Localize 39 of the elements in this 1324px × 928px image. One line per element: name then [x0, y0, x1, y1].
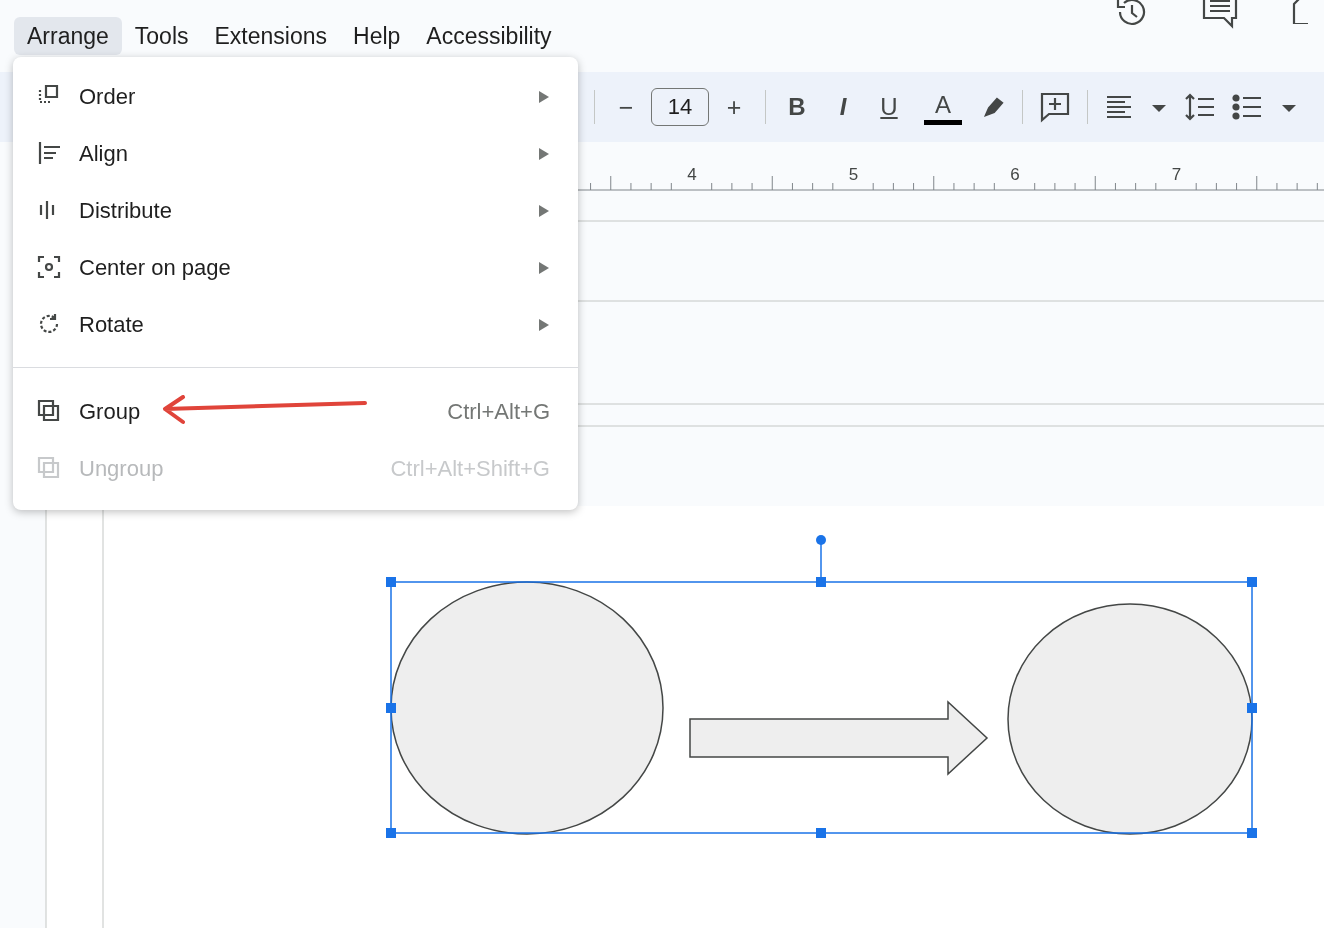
- menu-item[interactable]: Center on page: [13, 239, 578, 296]
- decrease-size-button[interactable]: −: [603, 87, 649, 127]
- menu-item[interactable]: Order: [13, 68, 578, 125]
- arrow-shape[interactable]: [689, 700, 989, 776]
- ruler-number: 7: [1171, 165, 1182, 184]
- ruler-number: 5: [848, 165, 859, 184]
- menu-item[interactable]: Group Ctrl+Alt+G: [13, 383, 578, 440]
- align-icon: [37, 140, 63, 167]
- menu-bar-item[interactable]: Help: [340, 17, 414, 55]
- circle-shape[interactable]: [1007, 603, 1253, 835]
- increase-size-button[interactable]: +: [711, 87, 757, 127]
- submenu-arrow-icon: [538, 317, 550, 332]
- highlighter-icon[interactable]: [982, 95, 1006, 119]
- menu-bar-item[interactable]: Tools: [121, 17, 202, 55]
- submenu-arrow-icon: [538, 89, 550, 104]
- ruler-number: 4: [687, 165, 697, 184]
- text-color-button[interactable]: A: [924, 89, 962, 125]
- submenu-arrow-icon: [538, 146, 550, 161]
- page-icon[interactable]: [1290, 0, 1308, 24]
- submenu-arrow-icon: [538, 203, 550, 218]
- underline-button[interactable]: U: [866, 87, 912, 127]
- menu-bar-item[interactable]: Extensions: [201, 17, 341, 55]
- menu-item[interactable]: Align: [13, 125, 578, 182]
- font-size-field[interactable]: 14: [651, 88, 709, 126]
- italic-button[interactable]: I: [820, 87, 866, 127]
- submenu-arrow-icon: [538, 260, 550, 275]
- ruler-number: 6: [1010, 165, 1020, 184]
- center-icon: [37, 254, 63, 281]
- align-icon[interactable]: [1104, 93, 1134, 121]
- selection-box[interactable]: [386, 535, 1257, 838]
- circle-shape[interactable]: [390, 581, 664, 835]
- menu-item[interactable]: Rotate: [13, 296, 578, 353]
- menu-item[interactable]: Distribute: [13, 182, 578, 239]
- menu-bar-item[interactable]: Arrange: [14, 17, 122, 55]
- bulleted-list-icon[interactable]: [1232, 92, 1264, 122]
- add-comment-icon[interactable]: [1039, 91, 1071, 123]
- line-spacing-icon[interactable]: [1184, 92, 1216, 122]
- menu-bar-item[interactable]: Accessibility: [413, 17, 565, 55]
- bold-button[interactable]: B: [774, 87, 820, 127]
